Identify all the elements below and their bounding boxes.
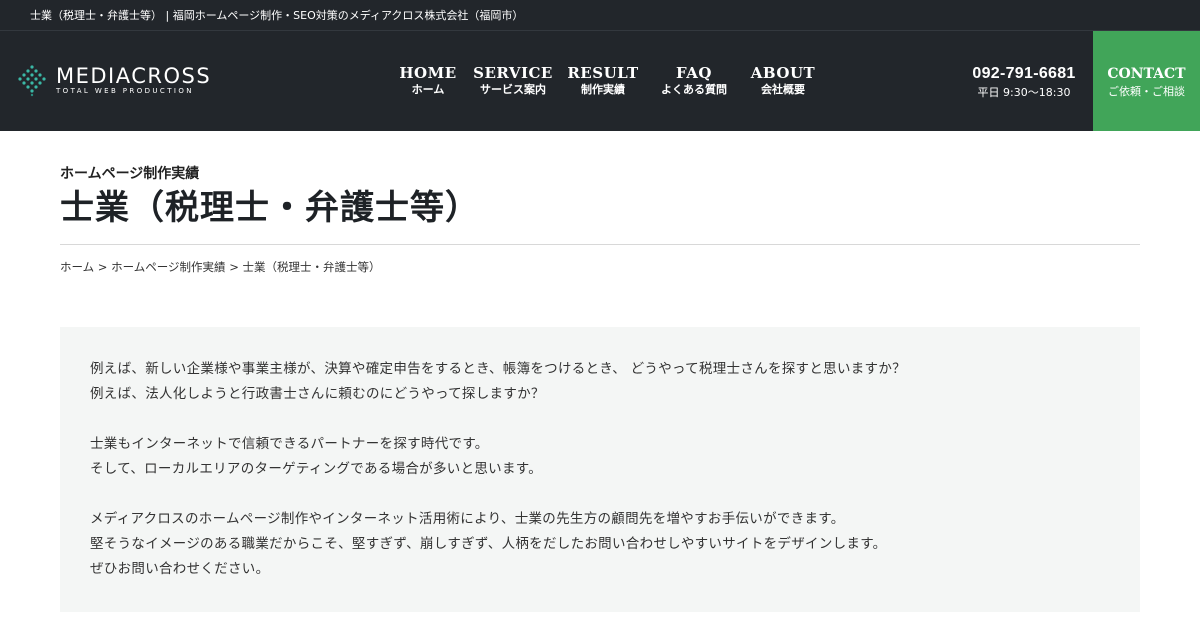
diamond-logo-icon	[18, 65, 46, 97]
nav-item-home[interactable]: HOME ホーム	[392, 64, 464, 98]
business-hours: 平日 9:30～18:30	[977, 86, 1071, 99]
site-title-text: 士業（税理士・弁護士等） | 福岡ホームページ制作・SEO対策のメディアクロス株…	[30, 9, 524, 22]
nav-item-service[interactable]: SERVICE サービス案内	[466, 64, 560, 98]
section-subtitle: ホームページ制作実績	[60, 166, 200, 182]
intro-line: 堅そうなイメージのある職業だからこそ、堅すぎず、崩しすぎず、人柄をだしたお問い合…	[90, 536, 887, 552]
breadcrumb-separator: >	[225, 260, 243, 274]
site-header: MEDIACROSS TOTAL WEB PRODUCTION HOME ホーム…	[0, 31, 1200, 131]
page-title: 士業（税理士・弁護士等）	[60, 188, 480, 228]
intro-line: ぜひお問い合わせください。	[90, 561, 270, 577]
breadcrumb: ホーム > ホームページ制作実績 > 士業（税理士・弁護士等）	[60, 259, 1140, 275]
intro-line: メディアクロスのホームページ制作やインターネット活用術により、士業の先生方の顧問…	[90, 511, 845, 527]
intro-line: 士業もインターネットで信頼できるパートナーを探す時代です。	[90, 436, 489, 452]
phone-number: 092-791-6681	[972, 65, 1076, 82]
logo-name: MEDIACROSS	[56, 64, 212, 88]
breadcrumb-home[interactable]: ホーム	[60, 260, 94, 274]
nav-item-result[interactable]: RESULT 制作実績	[562, 64, 644, 98]
phone-info[interactable]: 092-791-6681 平日 9:30～18:30	[962, 65, 1086, 101]
nav-item-about[interactable]: ABOUT 会社概要	[743, 64, 823, 98]
contact-button[interactable]: CONTACT ご依頼・ご相談	[1093, 31, 1200, 131]
main-content: ホームページ制作実績 士業（税理士・弁護士等） ホーム > ホームページ制作実績…	[0, 165, 1200, 612]
intro-line: 例えば、新しい企業様や事業主様が、決算や確定申告をするとき、帳簿をつけるとき、 …	[90, 361, 906, 377]
site-title-bar: 士業（税理士・弁護士等） | 福岡ホームページ制作・SEO対策のメディアクロス株…	[0, 0, 1200, 31]
main-nav: HOME ホーム SERVICE サービス案内 RESULT 制作実績 FAQ …	[392, 64, 823, 98]
divider	[60, 244, 1140, 245]
intro-line: そして、ローカルエリアのターゲティングである場合が多いと思います。	[90, 461, 543, 477]
breadcrumb-parent[interactable]: ホームページ制作実績	[111, 260, 225, 274]
intro-line: 例えば、法人化しようと行政書士さんに頼むのにどうやって探しますか？	[90, 386, 545, 402]
breadcrumb-current: 士業（税理士・弁護士等）	[242, 260, 381, 274]
logo[interactable]: MEDIACROSS TOTAL WEB PRODUCTION	[16, 65, 211, 97]
intro-panel: 例えば、新しい企業様や事業主様が、決算や確定申告をするとき、帳簿をつけるとき、 …	[60, 327, 1140, 612]
nav-item-faq[interactable]: FAQ よくある質問	[649, 64, 739, 98]
logo-tagline: TOTAL WEB PRODUCTION	[56, 87, 194, 95]
breadcrumb-separator: >	[94, 260, 112, 274]
